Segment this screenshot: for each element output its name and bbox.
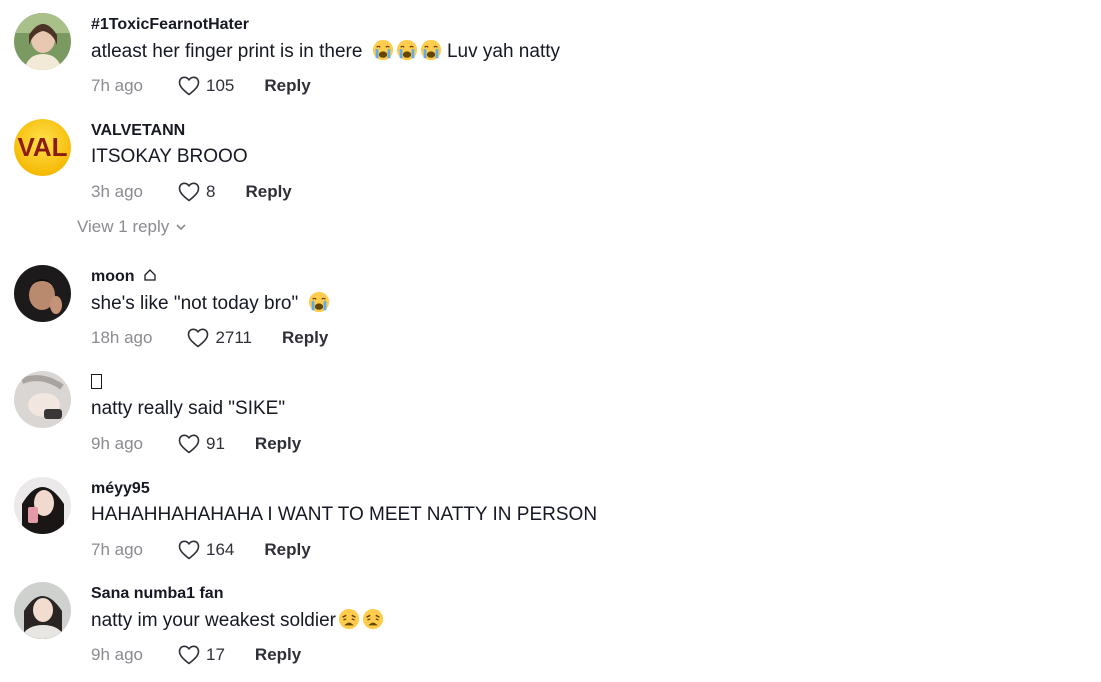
comment-username[interactable]: Sana numba1 fan	[91, 584, 223, 604]
avatar[interactable]	[14, 13, 71, 70]
comment-meta: 7h ago 164 Reply	[91, 537, 311, 563]
comment-text-after: Luv yah natty	[446, 41, 561, 62]
reply-button[interactable]: Reply	[255, 642, 301, 668]
like-count: 91	[206, 434, 225, 453]
heart-icon	[177, 180, 201, 204]
comment-item: #1ToxicFearnotHater atleast her finger p…	[14, 13, 1014, 113]
heart-icon	[177, 74, 201, 98]
like-button[interactable]: 8	[177, 179, 215, 205]
heart-icon	[177, 643, 201, 667]
comment-username-text: moon	[91, 268, 135, 285]
comment-meta: 9h ago 17 Reply	[91, 642, 301, 668]
comment-time: 9h ago	[91, 645, 143, 664]
view-replies-label: View 1 reply	[77, 217, 170, 236]
reply-button[interactable]: Reply	[264, 73, 310, 99]
comment-text: ITSOKAY BROOO	[91, 145, 248, 169]
comment-text: she's like "not today bro"	[91, 291, 330, 316]
house-outline-icon	[144, 269, 156, 281]
comment-text-main: natty im your weakest soldier	[91, 610, 336, 631]
weary-face-icon	[362, 608, 384, 630]
like-count: 105	[206, 76, 235, 95]
chevron-down-icon	[176, 224, 186, 231]
comment-text-main: she's like "not today bro"	[91, 293, 299, 314]
comment-item: VAL VALVETANN ITSOKAY BROOO 3h ago 8 Rep…	[14, 119, 1014, 219]
comment-username[interactable]: méyy95	[91, 479, 150, 499]
comment-time: 7h ago	[91, 76, 143, 95]
heart-icon	[177, 432, 201, 456]
like-button[interactable]: 164	[177, 537, 234, 563]
comment-time: 9h ago	[91, 434, 143, 453]
comment-meta: 3h ago 8 Reply	[91, 179, 292, 205]
comment-meta: 9h ago 91 Reply	[91, 431, 301, 457]
heart-icon	[177, 538, 201, 562]
comment-item: moon she's like "not today bro" 18h ago …	[14, 265, 1014, 365]
comment-time: 7h ago	[91, 540, 143, 559]
reply-button[interactable]: Reply	[282, 325, 328, 351]
view-replies-button[interactable]: View 1 reply	[77, 217, 187, 237]
comment-text: natty really said "SIKE"	[91, 397, 285, 421]
avatar[interactable]	[14, 371, 71, 428]
like-button[interactable]: 2711	[186, 325, 252, 351]
loudly-crying-face-icon	[420, 39, 442, 61]
like-count: 17	[206, 645, 225, 664]
missing-glyph-icon	[91, 374, 102, 389]
comment-text: natty im your weakest soldier	[91, 608, 384, 633]
comment-time: 18h ago	[91, 328, 153, 347]
like-button[interactable]: 91	[177, 431, 225, 457]
reply-button[interactable]: Reply	[255, 431, 301, 457]
loudly-crying-face-icon	[308, 291, 330, 313]
comment-username[interactable]: #1ToxicFearnotHater	[91, 15, 249, 35]
weary-face-icon	[338, 608, 360, 630]
comment-text-main: atleast her finger print is in there	[91, 41, 363, 62]
comment-text-main: ITSOKAY BROOO	[91, 146, 248, 167]
like-button[interactable]: 17	[177, 642, 225, 668]
comment-meta: 18h ago 2711 Reply	[91, 325, 328, 351]
comment-text: HAHAHHAHAHAHA I WANT TO MEET NATTY IN PE…	[91, 503, 597, 527]
reply-button[interactable]: Reply	[264, 537, 310, 563]
loudly-crying-face-icon	[372, 39, 394, 61]
comment-item: natty really said "SIKE" 9h ago 91 Reply	[14, 371, 1014, 471]
comment-item: méyy95 HAHAHHAHAHAHA I WANT TO MEET NATT…	[14, 477, 1014, 577]
comment-username[interactable]: VALVETANN	[91, 121, 185, 141]
comment-username[interactable]	[91, 373, 102, 393]
comment-text: atleast her finger print is in there Luv…	[91, 39, 560, 64]
like-button[interactable]: 105	[177, 73, 234, 99]
comment-meta: 7h ago 105 Reply	[91, 73, 311, 99]
like-count: 8	[206, 182, 216, 201]
avatar[interactable]	[14, 582, 71, 639]
comment-time: 3h ago	[91, 182, 143, 201]
avatar[interactable]	[14, 477, 71, 534]
avatar[interactable]	[14, 265, 71, 322]
comment-username[interactable]: moon	[91, 267, 157, 287]
heart-icon	[186, 326, 210, 350]
like-count: 2711	[215, 328, 253, 347]
comment-item: Sana numba1 fan natty im your weakest so…	[14, 582, 1014, 682]
avatar-logo-text: VAL	[17, 132, 67, 162]
comment-text-main: HAHAHHAHAHAHA I WANT TO MEET NATTY IN PE…	[91, 504, 598, 525]
like-count: 164	[206, 540, 235, 559]
comment-text-main: natty really said "SIKE"	[91, 398, 286, 419]
reply-button[interactable]: Reply	[245, 179, 291, 205]
avatar[interactable]: VAL	[14, 119, 71, 176]
loudly-crying-face-icon	[396, 39, 418, 61]
